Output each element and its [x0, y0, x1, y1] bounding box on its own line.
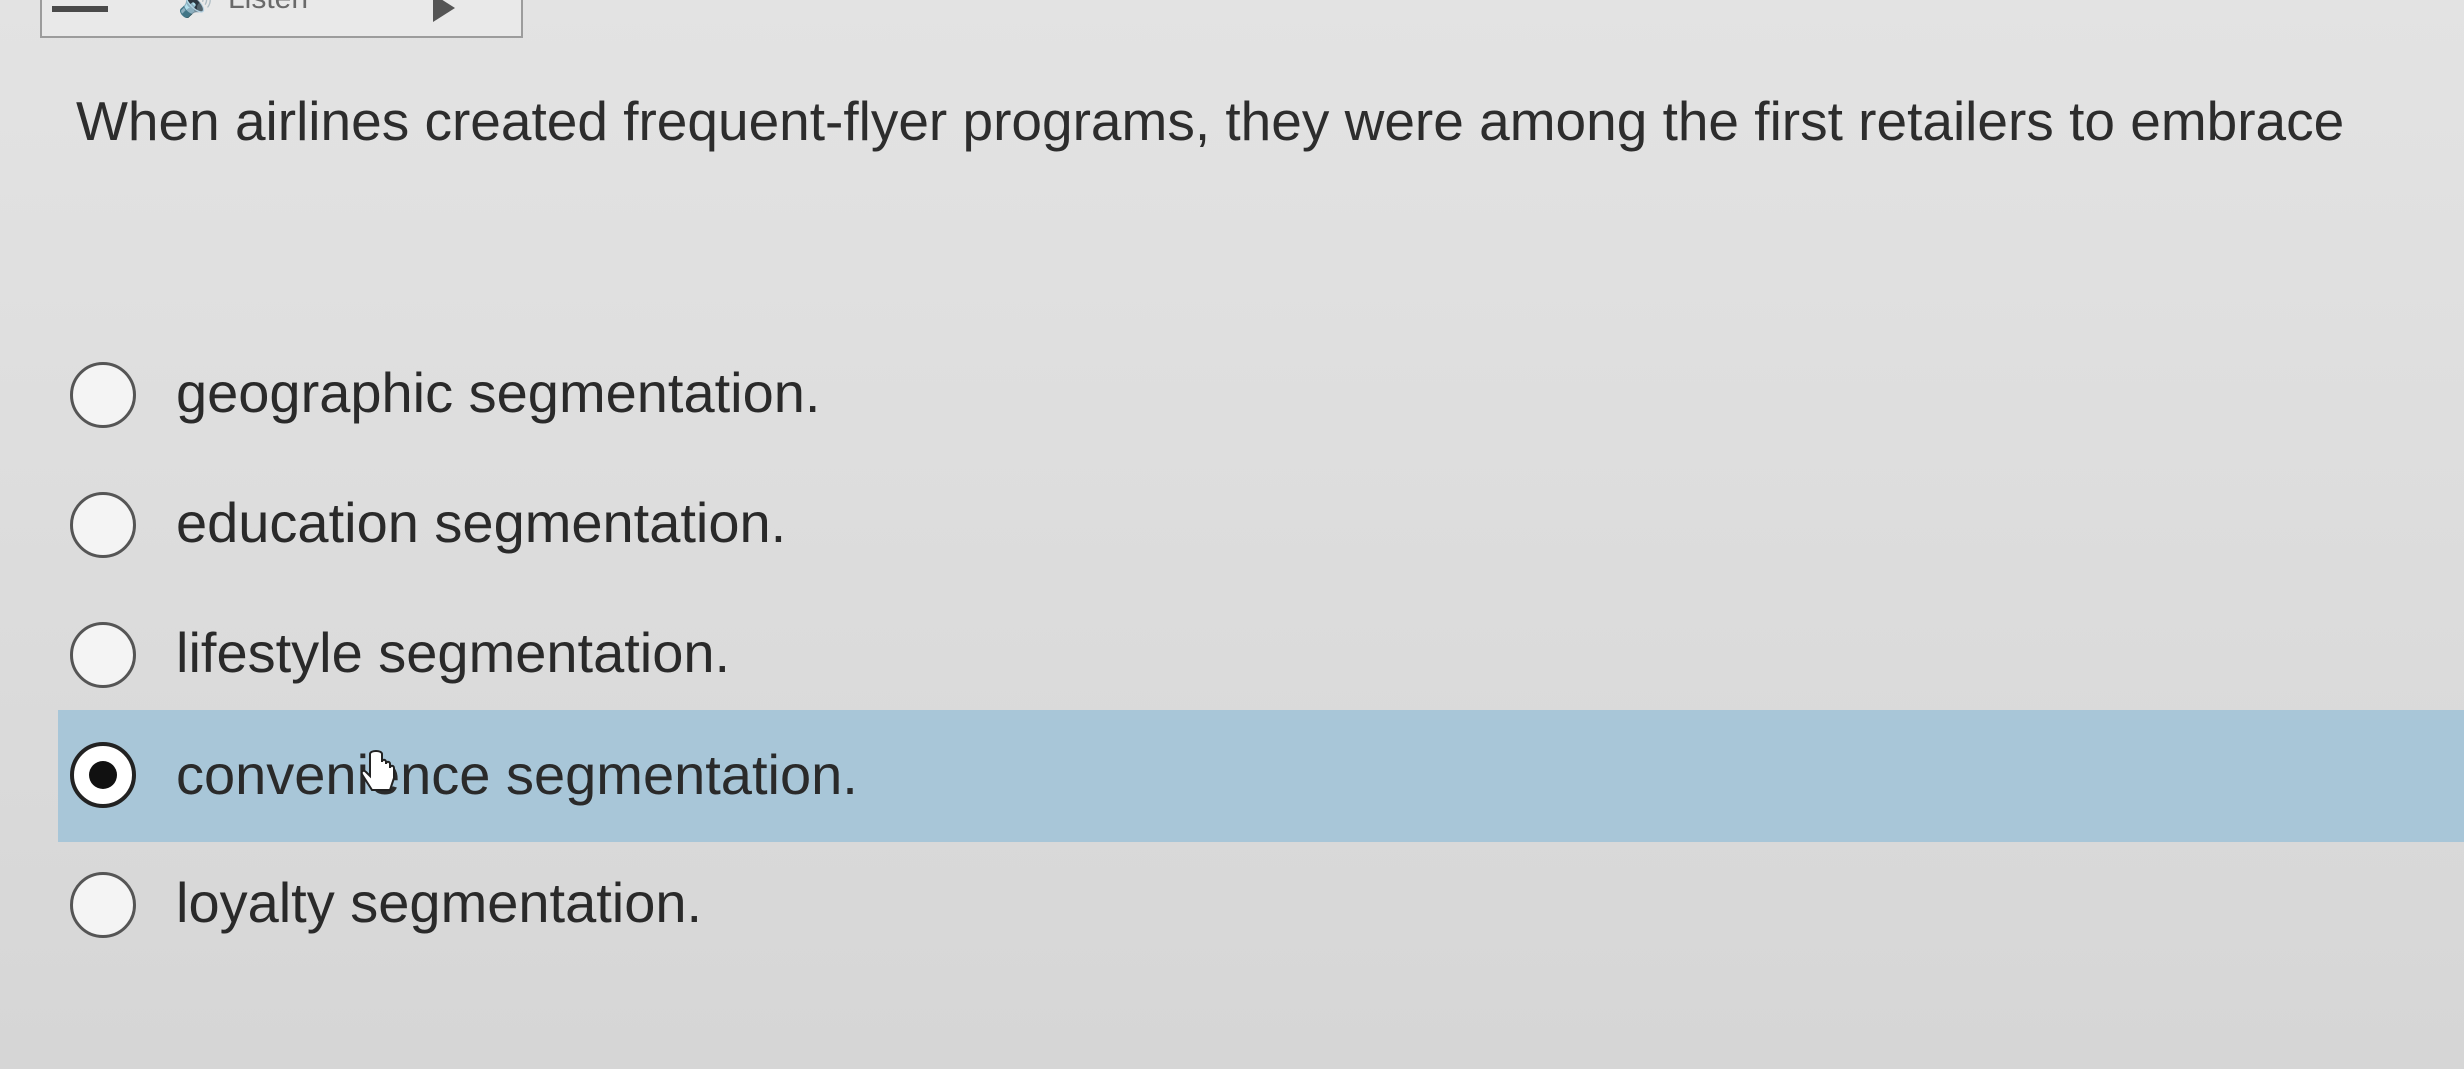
option-education[interactable]: education segmentation.: [58, 470, 2464, 580]
radio-dot-icon: [89, 761, 117, 789]
option-geographic[interactable]: geographic segmentation.: [58, 340, 2464, 450]
play-icon: [433, 0, 455, 22]
menu-icon: [52, 6, 108, 12]
option-label: lifestyle segmentation.: [176, 621, 731, 684]
radio-button[interactable]: [70, 872, 136, 938]
radio-button[interactable]: [70, 622, 136, 688]
option-label: education segmentation.: [176, 491, 787, 554]
option-loyalty[interactable]: loyalty segmentation.: [58, 850, 2464, 960]
radio-button[interactable]: [70, 362, 136, 428]
toolbar: 🔊 Listen: [0, 0, 530, 38]
question-text: When airlines created frequent-flyer pro…: [76, 90, 2345, 152]
listen-button[interactable]: 🔊 Listen: [118, 0, 395, 38]
option-label: geographic segmentation.: [176, 361, 821, 424]
menu-button[interactable]: [40, 0, 122, 38]
hand-cursor-icon: [360, 750, 395, 791]
option-label: loyalty segmentation.: [176, 871, 703, 934]
play-button[interactable]: [393, 0, 523, 38]
radio-button[interactable]: [70, 492, 136, 558]
option-label: convenience segmentation.: [176, 743, 858, 806]
listen-label: Listen: [228, 0, 308, 16]
radio-button-selected[interactable]: [70, 742, 136, 808]
option-convenience[interactable]: convenience segmentation.: [58, 710, 2464, 842]
speaker-icon: 🔊: [178, 0, 213, 18]
option-lifestyle[interactable]: lifestyle segmentation.: [58, 600, 2464, 710]
